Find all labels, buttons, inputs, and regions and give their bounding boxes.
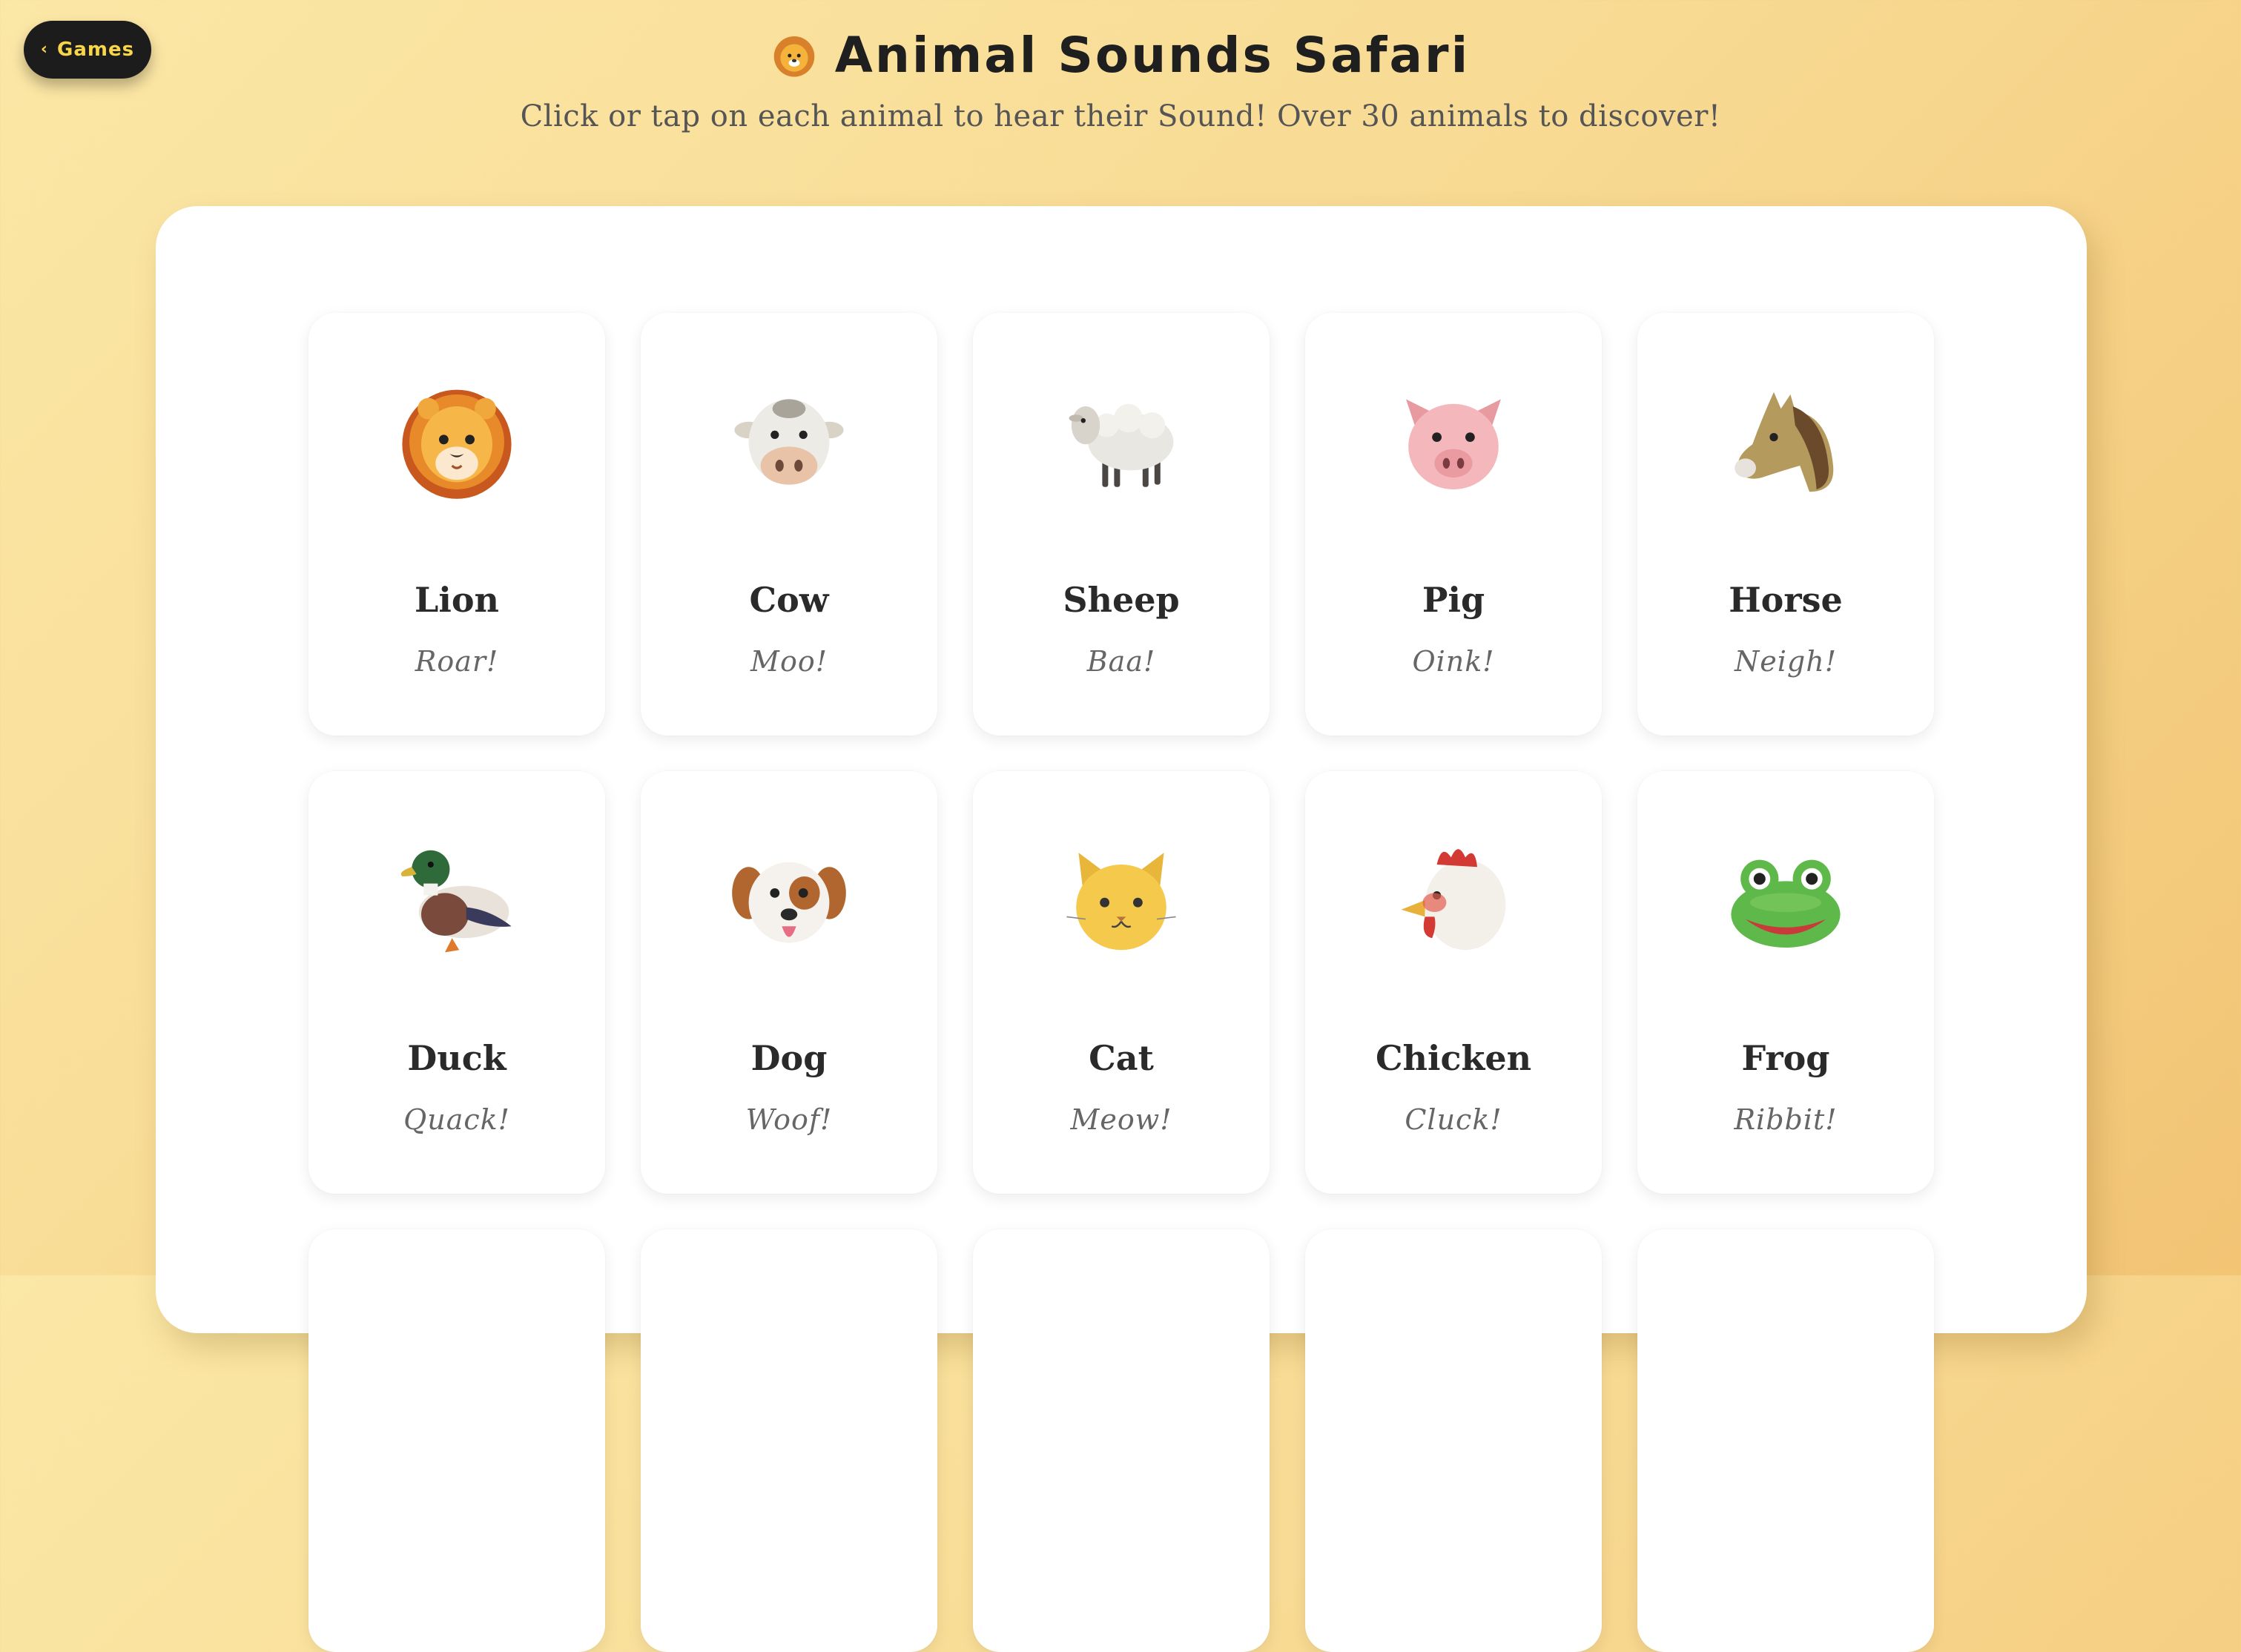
lion-face-icon xyxy=(773,36,815,77)
animal-sound: Baa! xyxy=(1086,645,1156,678)
cat-icon xyxy=(1066,853,1176,951)
animal-sound: Cluck! xyxy=(1405,1103,1502,1136)
animal-card-frog[interactable]: Frog Ribbit! xyxy=(1637,771,1934,1194)
page-subtitle: Click or tap on each animal to hear thei… xyxy=(520,99,1721,133)
pig-icon xyxy=(1406,399,1501,489)
animal-name: Lion xyxy=(415,580,499,620)
dog-icon xyxy=(732,862,846,943)
cow-icon xyxy=(734,399,844,485)
animal-sound: Woof! xyxy=(745,1103,833,1136)
animal-card-partial[interactable] xyxy=(308,1229,605,1652)
animal-name: Sheep xyxy=(1063,580,1180,620)
animal-name: Chicken xyxy=(1375,1038,1532,1078)
animal-sound: Roar! xyxy=(415,645,499,678)
animal-sound: Ribbit! xyxy=(1734,1103,1838,1136)
animal-card-duck[interactable]: Duck Quack! xyxy=(308,771,605,1194)
chicken-icon xyxy=(1401,849,1506,951)
animal-sound: Meow! xyxy=(1070,1103,1172,1136)
animal-card-pig[interactable]: Pig Oink! xyxy=(1305,313,1602,736)
animal-card-chicken[interactable]: Chicken Cluck! xyxy=(1305,771,1602,1194)
animal-name: Cat xyxy=(1089,1038,1154,1078)
animal-card-horse[interactable]: Horse Neigh! xyxy=(1637,313,1934,736)
page-title: Animal Sounds Safari xyxy=(0,27,2241,84)
animal-card-sheep[interactable]: Sheep Baa! xyxy=(973,313,1270,736)
animal-name: Frog xyxy=(1741,1038,1830,1078)
animal-sound: Quack! xyxy=(403,1103,510,1136)
animal-card-partial[interactable] xyxy=(1305,1229,1602,1652)
animal-card-partial[interactable] xyxy=(973,1229,1270,1652)
horse-icon xyxy=(1735,391,1834,492)
animal-name: Cow xyxy=(749,580,829,620)
animal-card-lion[interactable]: Lion Roar! xyxy=(308,313,605,736)
lion-icon xyxy=(402,389,512,499)
animal-card-partial[interactable] xyxy=(1637,1229,1934,1652)
animal-name: Pig xyxy=(1422,580,1485,620)
duck-icon xyxy=(400,850,512,953)
animal-card-partial[interactable] xyxy=(641,1229,937,1652)
animal-sound: Oink! xyxy=(1412,645,1495,678)
animal-name: Horse xyxy=(1729,580,1843,620)
animal-card-cow[interactable]: Cow Moo! xyxy=(641,313,937,736)
sheep-icon xyxy=(1069,403,1174,487)
animal-sound: Neigh! xyxy=(1735,645,1837,678)
frog-icon xyxy=(1731,859,1841,948)
animal-name: Dog xyxy=(750,1038,828,1078)
page-title-text: Animal Sounds Safari xyxy=(834,27,1471,84)
animal-sound: Moo! xyxy=(750,645,828,678)
animal-name: Duck xyxy=(407,1038,506,1078)
animal-panel: Lion Roar! Cow Moo! Sheep Baa! Pig Oink!… xyxy=(156,206,2087,1652)
animal-card-dog[interactable]: Dog Woof! xyxy=(641,771,937,1194)
animal-card-cat[interactable]: Cat Meow! xyxy=(973,771,1270,1194)
animal-grid: Lion Roar! Cow Moo! Sheep Baa! Pig Oink!… xyxy=(308,313,1934,1652)
